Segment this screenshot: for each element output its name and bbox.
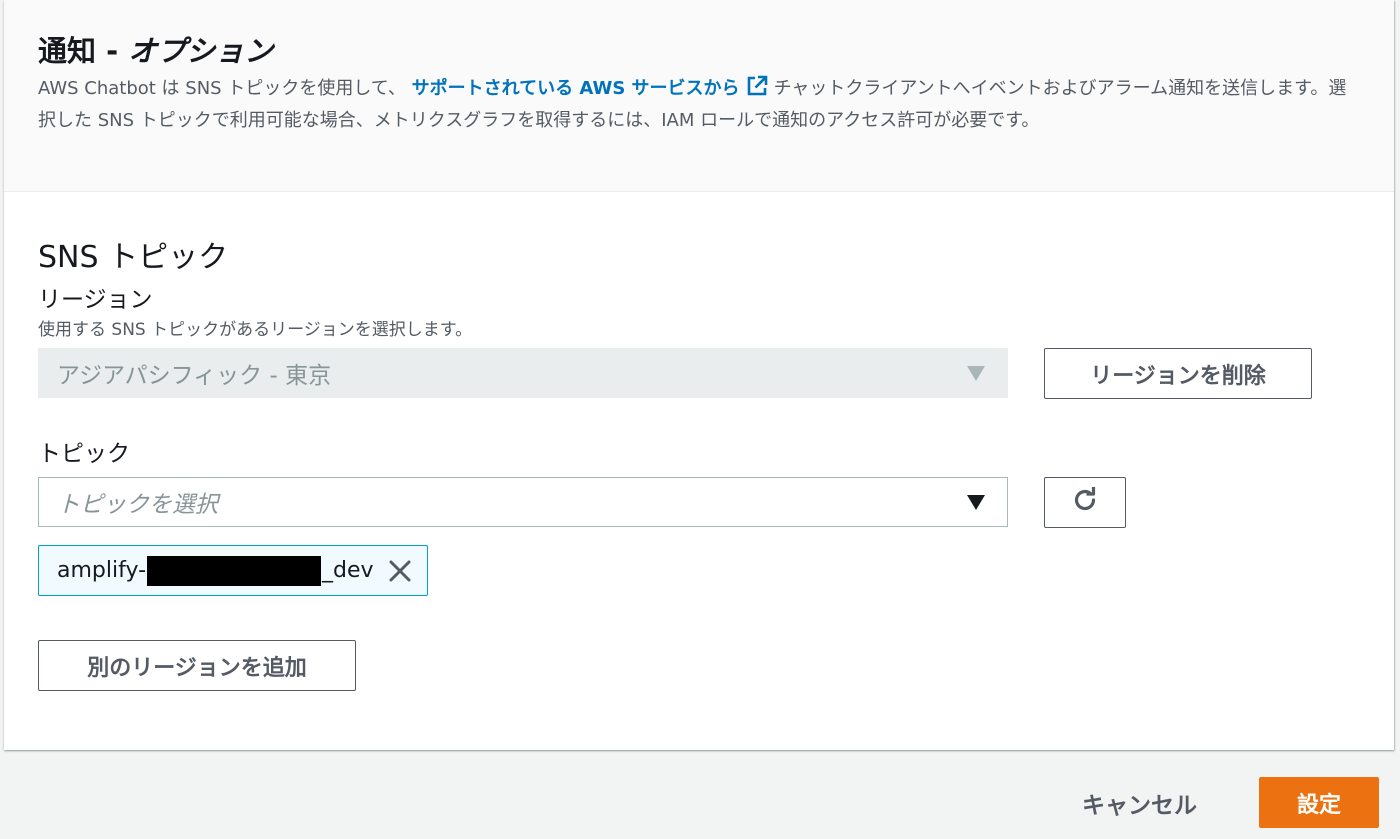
title-optional: オプション	[128, 34, 274, 68]
remove-region-button-label: リージョンを削除	[1090, 363, 1266, 389]
refresh-icon	[1070, 485, 1100, 521]
topic-select[interactable]: トピックを選択	[38, 477, 1008, 527]
title-prefix: 通知 -	[38, 34, 129, 68]
desc-text-1: AWS Chatbot は SNS トピックを使用して、	[38, 78, 406, 99]
notification-options-panel: 通知 - オプション AWS Chatbot は SNS トピックを使用して、 …	[4, 0, 1394, 750]
sns-topic-section-title: SNS トピック	[38, 240, 229, 275]
header-description: AWS Chatbot は SNS トピックを使用して、 サポートされている A…	[38, 74, 1348, 135]
page-title: 通知 - オプション	[38, 28, 273, 70]
caret-down-icon	[967, 366, 985, 381]
region-label: リージョン	[38, 287, 153, 313]
add-region-button-label: 別のリージョンを追加	[87, 655, 307, 681]
topic-label: トピック	[38, 441, 130, 467]
redacted-block	[147, 555, 322, 586]
topic-select-placeholder: トピックを選択	[57, 492, 218, 518]
close-icon[interactable]	[387, 558, 413, 590]
panel-header: 通知 - オプション AWS Chatbot は SNS トピックを使用して、 …	[4, 0, 1394, 192]
region-select[interactable]: アジアパシフィック - 東京	[38, 348, 1008, 398]
caret-down-icon	[967, 495, 985, 510]
submit-button-label: 設定	[1296, 792, 1341, 818]
refresh-topics-button[interactable]	[1044, 477, 1126, 528]
selected-topic-token: amplify- _dev	[38, 545, 428, 596]
token-prefix: amplify-	[57, 558, 147, 583]
supported-services-link-text: サポートされている AWS サービスから	[411, 78, 740, 99]
remove-region-button[interactable]: リージョンを削除	[1044, 348, 1312, 399]
submit-button[interactable]: 設定	[1259, 777, 1379, 828]
supported-services-link[interactable]: サポートされている AWS サービスから	[412, 78, 740, 99]
add-region-button[interactable]: 別のリージョンを追加	[38, 640, 356, 691]
region-description: 使用する SNS トピックがあるリージョンを選択します。	[38, 320, 473, 340]
region-select-value: アジアパシフィック - 東京	[57, 363, 332, 389]
token-suffix: _dev	[322, 558, 374, 583]
external-link-icon[interactable]	[746, 75, 768, 106]
cancel-button[interactable]: キャンセル	[1082, 786, 1197, 820]
